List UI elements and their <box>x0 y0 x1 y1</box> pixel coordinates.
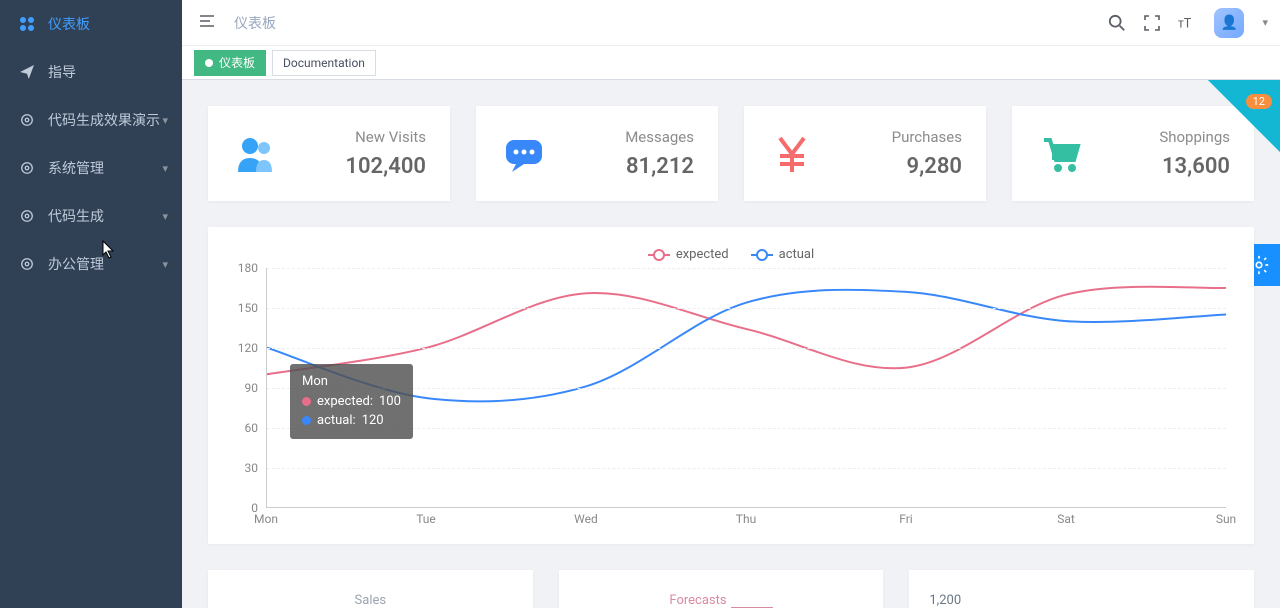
stat-card-messages[interactable]: Messages 81,212 <box>476 106 718 201</box>
tooltip-value: 120 <box>362 411 384 431</box>
sidebar-item-codegen[interactable]: 代码生成 ▾ <box>0 192 182 240</box>
sidebar-item-label: 仪表板 <box>48 14 90 34</box>
gear-icon <box>18 209 36 223</box>
people-icon <box>232 130 280 178</box>
tab-label: Documentation <box>283 56 365 70</box>
dot-icon <box>302 416 311 425</box>
tooltip-row: actual: 120 <box>302 411 401 431</box>
corner-badge[interactable]: 12 <box>1208 80 1280 152</box>
hamburger-icon[interactable] <box>194 8 220 38</box>
sidebar-item-codegen-demo[interactable]: 代码生成效果演示 ▾ <box>0 96 182 144</box>
topbar-actions: ᴛT 👤 ▾ <box>1108 8 1268 38</box>
svg-text:ᴛT: ᴛT <box>1178 16 1192 31</box>
stat-text: Messages 81,212 <box>625 128 694 179</box>
text-size-icon[interactable]: ᴛT <box>1178 15 1196 31</box>
tab-label: 仪表板 <box>219 54 255 71</box>
tooltip-label: expected: <box>317 392 373 412</box>
stat-value: 102,400 <box>345 154 426 179</box>
sidebar-item-system[interactable]: 系统管理 ▾ <box>0 144 182 192</box>
tooltip-row: expected: 100 <box>302 392 401 412</box>
chart-body[interactable]: 0306090120150180 MonTueWedThuFriSatSun M… <box>228 268 1234 528</box>
chevron-down-icon: ▾ <box>162 210 168 223</box>
breadcrumb: 仪表板 <box>234 13 276 33</box>
chart-tooltip: Mon expected: 100 actual: 120 <box>290 364 413 439</box>
sidebar-item-label: 代码生成效果演示 <box>48 110 160 130</box>
gear-icon <box>18 161 36 175</box>
gear-icon <box>18 113 36 127</box>
line-chart: expected actual 0306090120150180 MonTueW… <box>208 227 1254 544</box>
legend-label: actual <box>779 247 815 262</box>
tooltip-label: actual: <box>317 411 356 431</box>
legend-marker-icon <box>751 254 773 256</box>
tooltip-title: Mon <box>302 372 401 392</box>
stat-card-visits[interactable]: New Visits 102,400 <box>208 106 450 201</box>
chevron-down-icon: ▾ <box>162 162 168 175</box>
stat-value: 81,212 <box>625 154 694 179</box>
yen-icon <box>768 130 816 178</box>
tooltip-value: 100 <box>379 392 401 412</box>
tab-dashboard[interactable]: 仪表板 <box>194 50 266 76</box>
stat-title: Purchases <box>892 128 962 146</box>
legend-actual[interactable]: actual <box>751 247 815 262</box>
gear-icon <box>18 257 36 271</box>
legend-label: expected <box>676 247 729 262</box>
content: 12 New Visits 102,400 Messages 8 <box>182 80 1280 608</box>
panel-number[interactable]: 1,200 <box>909 570 1254 608</box>
sidebar-item-guide[interactable]: 指导 <box>0 48 182 96</box>
bottom-panels: Sales Forecasts 1,200 <box>208 570 1254 608</box>
x-axis: MonTueWedThuFriSatSun <box>266 512 1226 528</box>
panel-label: Sales <box>355 593 387 608</box>
avatar[interactable]: 👤 <box>1214 8 1244 38</box>
fullscreen-icon[interactable] <box>1144 15 1160 31</box>
chart-legend: expected actual <box>228 247 1234 262</box>
dashboard-icon <box>18 16 36 32</box>
sidebar: 仪表板 指导 代码生成效果演示 ▾ 系统管理 ▾ 代码生成 ▾ 办公管理 ▾ <box>0 0 182 608</box>
stat-text: New Visits 102,400 <box>345 128 426 179</box>
chat-icon <box>500 130 548 178</box>
legend-marker-icon <box>648 254 670 256</box>
dot-icon <box>302 397 311 406</box>
stat-value: 9,280 <box>892 154 962 179</box>
sidebar-item-label: 代码生成 <box>48 206 104 226</box>
tab-documentation[interactable]: Documentation <box>272 50 376 76</box>
search-icon[interactable] <box>1108 14 1126 32</box>
tabs: 仪表板 Documentation <box>182 46 1280 80</box>
y-axis: 0306090120150180 <box>228 268 262 508</box>
cart-icon <box>1036 130 1084 178</box>
panel-sales[interactable]: Sales <box>208 570 533 608</box>
stat-title: Messages <box>625 128 694 146</box>
panel-label: Forecasts <box>669 593 726 608</box>
plane-icon <box>18 65 36 79</box>
main: 仪表板 ᴛT 👤 ▾ 仪表板 Documentation 12 <box>182 0 1280 608</box>
stat-title: New Visits <box>345 128 426 146</box>
stats-row: New Visits 102,400 Messages 81,212 Purch… <box>208 106 1254 201</box>
panel-label: 1,200 <box>929 593 961 608</box>
chevron-down-icon: ▾ <box>162 258 168 271</box>
panel-forecasts[interactable]: Forecasts <box>559 570 884 608</box>
sidebar-item-dashboard[interactable]: 仪表板 <box>0 0 182 48</box>
chevron-down-icon: ▾ <box>162 114 168 127</box>
badge-count: 12 <box>1246 94 1272 109</box>
stat-value: 13,600 <box>1159 154 1230 179</box>
caret-down-icon[interactable]: ▾ <box>1262 16 1268 29</box>
legend-expected[interactable]: expected <box>648 247 729 262</box>
stat-text: Purchases 9,280 <box>892 128 962 179</box>
sidebar-item-office[interactable]: 办公管理 ▾ <box>0 240 182 288</box>
topbar: 仪表板 ᴛT 👤 ▾ <box>182 0 1280 46</box>
sidebar-item-label: 办公管理 <box>48 254 104 274</box>
stat-card-purchases[interactable]: Purchases 9,280 <box>744 106 986 201</box>
sidebar-item-label: 指导 <box>48 62 76 82</box>
sidebar-item-label: 系统管理 <box>48 158 104 178</box>
